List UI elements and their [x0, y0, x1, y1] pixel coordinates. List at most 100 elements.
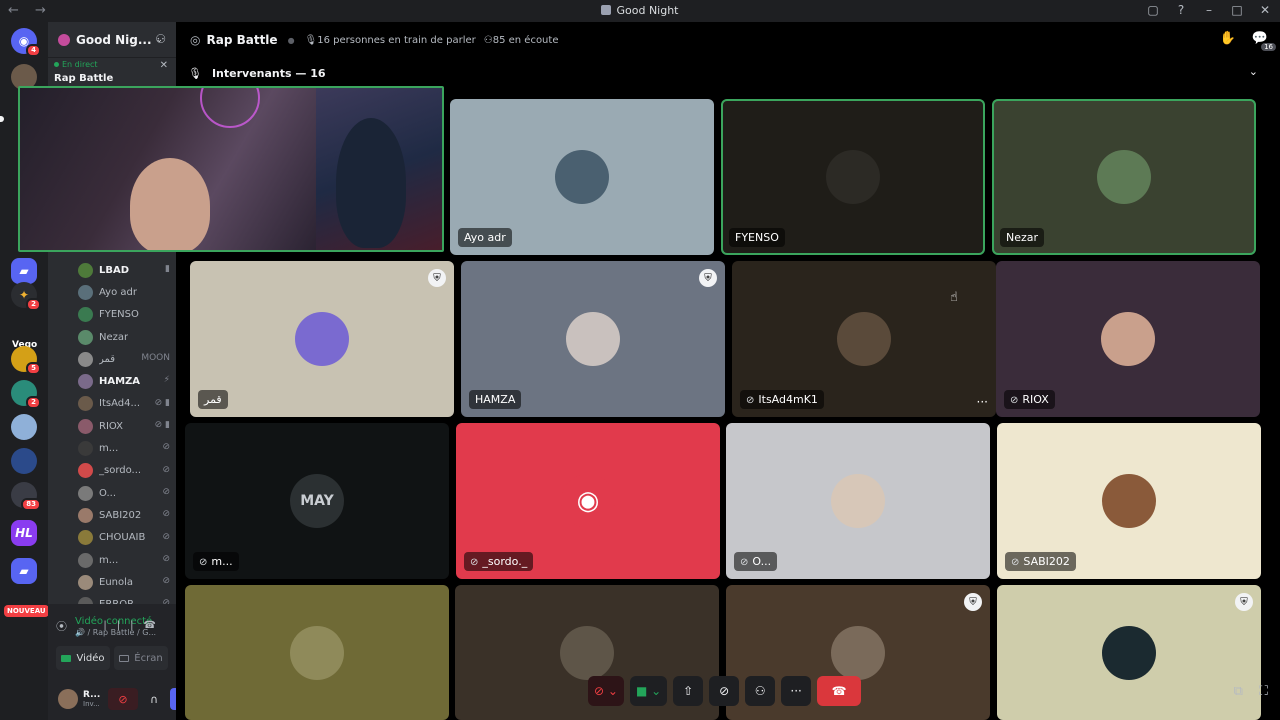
member-item[interactable]: _sordo... ⊘	[78, 460, 174, 482]
participant-tile[interactable]: FYENSO	[721, 99, 985, 255]
avatar	[1097, 150, 1151, 204]
member-item[interactable]: RIOX ⊘ ▮	[78, 415, 174, 437]
camera-button[interactable]: ■ ⌄	[629, 676, 668, 706]
participant-tile[interactable]: ⊘ RIOX	[996, 261, 1260, 417]
stop-speaking-button[interactable]: ⊘	[709, 676, 740, 706]
chevron-down-icon[interactable]: ⌄	[1249, 65, 1258, 78]
member-item[interactable]: m... ⊘	[78, 437, 174, 459]
participant-label: O...	[752, 555, 772, 568]
member-name: m...	[99, 554, 119, 566]
avatar	[78, 552, 93, 568]
member-item[interactable]: Nezar	[78, 326, 174, 348]
camera-preview[interactable]	[18, 86, 444, 252]
server-icon[interactable]	[11, 414, 37, 440]
home-discord-icon[interactable]: ◉ 4	[11, 28, 41, 57]
server-hl-icon[interactable]: HL	[11, 520, 37, 546]
maximize-button[interactable]: □	[1230, 3, 1244, 17]
signal-icon[interactable]: ⦿	[56, 618, 67, 634]
mic-off-icon: ⊘	[719, 684, 730, 698]
member-item[interactable]: FYENSO	[78, 304, 174, 326]
chat-icon[interactable]: 💬 16	[1252, 31, 1276, 51]
help-icon[interactable]: ?	[1174, 3, 1188, 17]
minimize-button[interactable]: –	[1202, 3, 1216, 17]
add-user-icon[interactable]: ⚇	[155, 32, 166, 46]
microphone-icon: 🎙	[188, 66, 202, 80]
member-item[interactable]: CHOUAIB ⊘	[78, 527, 174, 549]
server-icon[interactable]: 5	[11, 346, 41, 375]
participant-tile[interactable]: ⛨ قمر	[190, 261, 454, 417]
member-item[interactable]: HAMZA ⚡	[78, 370, 174, 392]
mute-toggle[interactable]: ⊘	[108, 688, 138, 710]
camera-feed-room	[20, 88, 316, 250]
server-sparkle-icon[interactable]: ✦ 2	[11, 282, 41, 311]
mic-muted-icon: ⊘	[740, 557, 749, 568]
participant-tile[interactable]: ⛨ HAMZA	[461, 261, 725, 417]
participant-tile[interactable]: MAY ⊘ m...	[185, 423, 449, 579]
more-options-button[interactable]: ···	[781, 676, 812, 706]
avatar	[78, 284, 93, 300]
raise-hand-icon[interactable]: ✋	[1220, 31, 1236, 46]
member-item[interactable]: LBAD ▮	[78, 259, 174, 281]
participant-name: Nezar	[1000, 228, 1045, 247]
participant-tile[interactable]: ⊘ O...	[726, 423, 990, 579]
member-name: Eunola	[99, 576, 134, 588]
activities-button[interactable]: ⚇	[745, 676, 776, 706]
member-name: FYENSO	[99, 309, 139, 321]
popout-icon[interactable]: ⧉	[1234, 684, 1243, 699]
participant-tile[interactable]: ⛨	[997, 585, 1261, 720]
member-item[interactable]: قمر MOON	[78, 348, 174, 370]
avatar	[78, 507, 93, 523]
participant-tile[interactable]: Nezar	[992, 99, 1256, 255]
soundboard-icon[interactable]: |||	[103, 620, 143, 631]
avatar	[78, 441, 93, 457]
new-badge[interactable]: NOUVEAU	[4, 605, 49, 617]
member-list: LBAD ▮ Ayo adr FYENSO Nezar قمر MOON HAMZA ⚡ ItsA…	[78, 259, 174, 616]
avatar[interactable]	[58, 689, 78, 709]
server-icon[interactable]: 2	[11, 380, 41, 409]
folder-icon[interactable]: ▰	[11, 258, 37, 284]
call-controls: ⊘ ⌄ ■ ⌄ ⇧ ⊘ ⚇ ··· ☎	[588, 676, 862, 706]
participant-tile[interactable]	[185, 585, 449, 720]
mic-muted-icon: ⊘	[746, 395, 755, 406]
avatar	[837, 312, 891, 366]
server-icon[interactable]	[11, 448, 37, 474]
screen-share-button[interactable]: ⇧	[673, 676, 704, 706]
screen-share-button[interactable]: Écran	[114, 646, 168, 670]
video-button[interactable]: Vidéo	[56, 646, 110, 670]
member-item[interactable]: SABI202 ⊘	[78, 504, 174, 526]
participant-name: HAMZA	[469, 390, 522, 409]
mic-muted-icon: ⊘	[1011, 557, 1020, 568]
view-actions: ⧉ ⛶	[1234, 684, 1268, 699]
folder-icon[interactable]: ▰	[11, 558, 37, 584]
more-options-icon[interactable]: ···	[977, 395, 988, 409]
speaking-count: 16 personnes en train de parler	[317, 34, 476, 46]
member-name: RIOX	[99, 420, 123, 432]
inbox-icon[interactable]: ▢	[1146, 3, 1160, 17]
server-icon[interactable]: 83	[11, 482, 41, 511]
member-item[interactable]: Eunola ⊘	[78, 571, 174, 593]
speakers-header[interactable]: 🎙 Intervenants — 16 ⌄	[176, 62, 1280, 84]
participant-tile[interactable]: ⊘ ItsAd4mK1 ···	[732, 261, 996, 417]
close-icon[interactable]: ✕	[160, 60, 168, 71]
fullscreen-icon[interactable]: ⛶	[1259, 684, 1268, 699]
participant-tile[interactable]: ◉ ⊘ _sordo._	[456, 423, 720, 579]
participant-tile[interactable]: ⊘ SABI202	[997, 423, 1261, 579]
participant-tile[interactable]: Ayo adr	[450, 99, 714, 255]
close-button[interactable]: ✕	[1258, 3, 1272, 17]
member-item[interactable]: O... ⊘	[78, 482, 174, 504]
disconnect-icon[interactable]: ☎	[144, 620, 166, 631]
unread-pill	[0, 116, 4, 122]
member-item[interactable]: m... ⊘	[78, 549, 174, 571]
member-item[interactable]: Ayo adr	[78, 281, 174, 303]
member-item[interactable]: ItsAd4... ⊘ ▮	[78, 393, 174, 415]
participant-label: HAMZA	[475, 393, 516, 406]
member-name: Ayo adr	[99, 286, 137, 298]
leave-call-button[interactable]: ☎	[817, 676, 862, 706]
live-dot	[54, 62, 59, 67]
guild-header[interactable]: Good Nig... ⌄ ⚇	[48, 22, 176, 58]
mute-button[interactable]: ⊘ ⌄	[588, 676, 624, 706]
neon-decoration	[200, 88, 260, 128]
speakers-label: Intervenants — 16	[211, 66, 326, 80]
notification-count: 16	[1261, 43, 1276, 51]
deafen-toggle[interactable]: ∩	[142, 688, 166, 710]
